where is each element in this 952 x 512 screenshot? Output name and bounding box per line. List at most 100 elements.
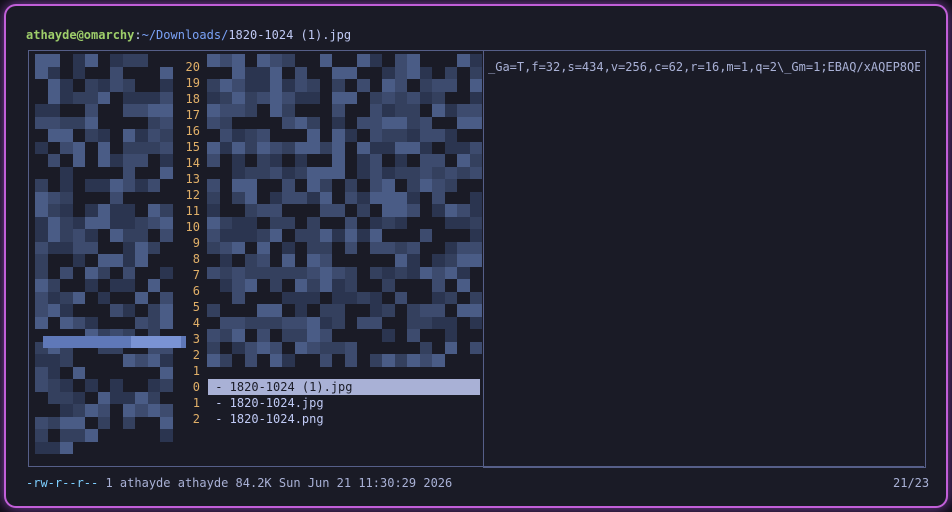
preview-pixel [369,241,382,254]
preview-pixel [160,291,173,304]
preview-pixel [282,54,295,67]
preview-pixel [160,141,173,154]
preview-pixel [72,91,85,104]
preview-pixel [35,429,48,442]
preview-pixel [72,216,85,229]
preview-pixel [257,241,270,254]
preview-pixel [85,229,98,242]
preview-pixel [60,404,73,417]
preview-pixel [444,241,457,254]
path-filename: 1820-1024 (1).jpg [228,28,352,42]
file-entry[interactable]: - 1820-1024.png [208,411,323,427]
preview-pixel [85,266,98,279]
preview-pixel [110,304,123,317]
preview-pixel [457,141,470,154]
preview-pixel [35,141,48,154]
preview-pixel [160,404,173,417]
preview-pixel [469,79,482,92]
preview-pixel [219,79,232,92]
preview-pixel [307,141,320,154]
preview-pixel [432,204,445,217]
preview-pixel [47,54,60,67]
preview-pixel [60,229,73,242]
preview-pixel [257,229,270,242]
preview-pixel [307,216,320,229]
preview-pixel [122,241,135,254]
preview-pixel [419,91,432,104]
preview-pixel [382,179,395,192]
preview-pixel [35,416,48,429]
preview-pixel [110,54,123,67]
preview-pixel [207,141,220,154]
preview-pixel [232,229,245,242]
preview-pixel [294,166,307,179]
file-entry[interactable]: - 1820-1024.jpg [208,395,323,411]
preview-pixel [319,354,332,367]
preview-pixel [382,129,395,142]
preview-pixel [469,254,482,267]
preview-pixel [382,304,395,317]
preview-pixel [319,204,332,217]
line-number: 16 [185,124,200,138]
preview-pixel [369,179,382,192]
preview-pixel [244,341,257,354]
preview-pixel [294,229,307,242]
preview-pixel [72,316,85,329]
preview-pixel [244,204,257,217]
preview-escape-text: _Ga=T,f=32,s=434,v=256,c=62,r=16,m=1,q=2… [488,60,920,74]
file-entry-selected[interactable]: - 1820-1024 (1).jpg [208,379,480,395]
preview-pixel [122,266,135,279]
preview-pixel [407,116,420,129]
preview-pixel [244,216,257,229]
preview-pixel [307,291,320,304]
preview-pixel [419,229,432,242]
preview-pixel [35,441,48,454]
preview-pixel [35,54,48,67]
preview-pixel [110,204,123,217]
preview-pixel [35,316,48,329]
preview-pixel [269,204,282,217]
preview-pixel [207,154,220,167]
preview-pixel [60,166,73,179]
preview-pixel [419,129,432,142]
preview-pixel [122,279,135,292]
preview-pixel [269,54,282,67]
preview-pixel [135,54,148,67]
preview-pixel [457,104,470,117]
preview-pixel [394,104,407,117]
preview-pixel [207,229,220,242]
preview-pixel [382,204,395,217]
parent-directory-pane[interactable] [28,50,186,466]
preview-pixel [135,91,148,104]
preview-pixel [60,354,73,367]
preview-pixel [147,316,160,329]
preview-pixel [457,116,470,129]
preview-pixel [122,304,135,317]
preview-pixel [60,379,73,392]
preview-pixel [122,141,135,154]
line-number: 10 [185,220,200,234]
preview-pixel [444,179,457,192]
preview-pixel [72,391,85,404]
preview-pixel [122,154,135,167]
preview-pixel [282,254,295,267]
preview-pixel [60,429,73,442]
preview-pixel [207,79,220,92]
preview-pixel [97,254,110,267]
preview-pixel [60,116,73,129]
preview-pixel [469,66,482,79]
preview-pane[interactable] [483,50,926,468]
preview-pixel [332,79,345,92]
preview-pixel [207,341,220,354]
preview-pixel [60,204,73,217]
preview-pixel [332,291,345,304]
preview-pixel [219,129,232,142]
preview-pixel [97,129,110,142]
status-bar-position: 21/23 [893,476,930,490]
preview-pixel [47,379,60,392]
preview-pixel [135,129,148,142]
line-number: 11 [185,204,200,218]
preview-pixel [357,291,370,304]
preview-pixel [282,179,295,192]
preview-pixel [110,254,123,267]
